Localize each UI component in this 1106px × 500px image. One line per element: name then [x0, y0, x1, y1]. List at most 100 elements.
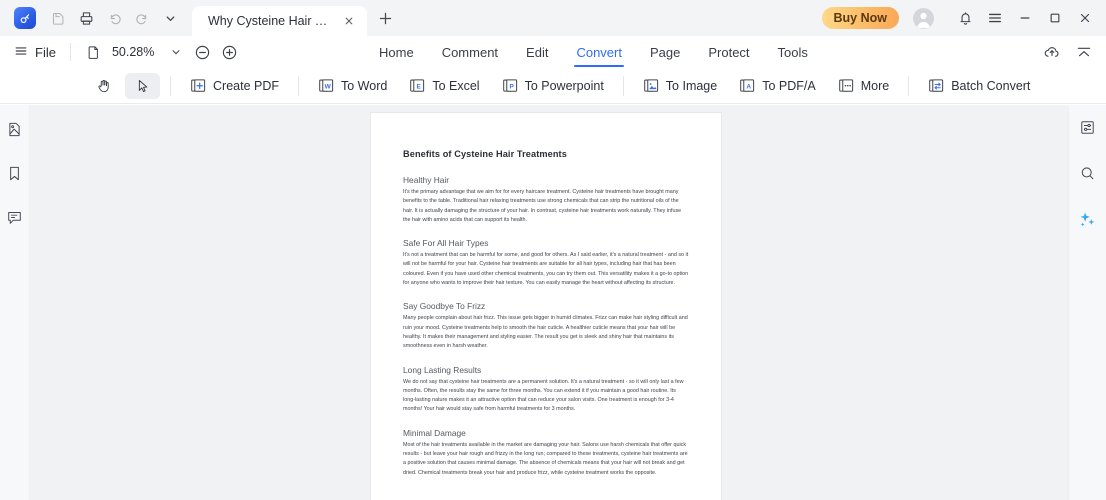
- create-pdf-button[interactable]: Create PDF: [181, 73, 288, 99]
- document-canvas[interactable]: Benefits of Cysteine Hair Treatments Hea…: [30, 105, 1068, 500]
- hamburger-menu-icon[interactable]: [980, 6, 1010, 30]
- create-pdf-icon: [190, 77, 207, 94]
- divider: [622, 75, 624, 96]
- sidebar-item-bookmarks[interactable]: [3, 161, 27, 185]
- hand-tool-button[interactable]: [86, 73, 121, 99]
- more-button[interactable]: More: [829, 73, 898, 99]
- document-section: Long Lasting Results We do not say that …: [403, 365, 689, 415]
- left-sidebar: [0, 105, 30, 500]
- select-tool-button[interactable]: [125, 72, 160, 99]
- zoom-in-icon[interactable]: [221, 43, 239, 61]
- divider: [298, 75, 299, 96]
- sidebar-item-comments[interactable]: [3, 205, 27, 229]
- section-heading: Say Goodbye To Frizz: [403, 301, 486, 312]
- batch-convert-label: Batch Convert: [951, 78, 1031, 93]
- convert-toolbar: Create PDF W To Word E To Excel P To Pow…: [0, 68, 1106, 104]
- zoom-out-icon[interactable]: [194, 43, 212, 61]
- to-image-label: To Image: [665, 78, 718, 93]
- zoom-level-value[interactable]: 50.28%: [112, 45, 158, 59]
- document-section: Safe For All Hair Types It's not a treat…: [403, 238, 689, 288]
- section-heading: Minimal Damage: [403, 427, 466, 438]
- section-body: We do not say that cysteine hair treatme…: [403, 378, 684, 413]
- sidebar-item-search[interactable]: [1076, 161, 1100, 185]
- section-body: It's the primary advantage that we aim f…: [403, 189, 682, 223]
- new-tab-icon[interactable]: [371, 4, 399, 32]
- more-label: More: [860, 78, 890, 93]
- to-word-label: To Word: [341, 78, 388, 93]
- to-word-button[interactable]: W To Word: [309, 73, 396, 99]
- title-bar: Why Cysteine Hair Treat... Buy Now: [0, 0, 1106, 36]
- pdf-page[interactable]: Benefits of Cysteine Hair Treatments Hea…: [371, 113, 721, 500]
- section-body: It's not a treatment that can be harmful…: [403, 252, 689, 287]
- divider: [908, 75, 910, 96]
- to-powerpoint-label: To Powerpoint: [524, 78, 604, 93]
- notification-bell-icon[interactable]: [950, 6, 980, 30]
- maximize-icon[interactable]: [1040, 6, 1070, 30]
- sidebar-item-ai-assistant[interactable]: [1076, 207, 1100, 231]
- tab-tools[interactable]: Tools: [764, 36, 822, 68]
- hand-icon: [95, 77, 112, 94]
- to-excel-button[interactable]: E To Excel: [400, 73, 488, 99]
- section-heading: Healthy Hair: [403, 175, 450, 185]
- svg-text:P: P: [509, 83, 514, 90]
- file-menu-button[interactable]: File: [14, 44, 56, 61]
- tab-comment[interactable]: Comment: [428, 36, 512, 68]
- section-heading: Long Lasting Results: [403, 364, 482, 375]
- undo-icon[interactable]: [101, 5, 127, 31]
- menu-bar: File 50.28% Home Comment Edit Convert Pa…: [0, 36, 1106, 68]
- document-tab-title: Why Cysteine Hair Treat...: [208, 14, 333, 28]
- document-content: Benefits of Cysteine Hair Treatments Hea…: [371, 113, 721, 478]
- svg-text:W: W: [325, 83, 332, 90]
- buy-now-button[interactable]: Buy Now: [821, 7, 899, 29]
- tab-convert[interactable]: Convert: [562, 36, 636, 68]
- document-title: Benefits of Cysteine Hair Treatments: [403, 149, 567, 159]
- to-image-button[interactable]: To Image: [634, 73, 726, 99]
- batch-convert-button[interactable]: Batch Convert: [919, 73, 1039, 99]
- document-section: Say Goodbye To Frizz Many people complai…: [403, 301, 689, 351]
- zoom-dropdown-chevron-icon[interactable]: [167, 43, 185, 61]
- menu-bar-right: [1042, 42, 1106, 62]
- minimize-icon[interactable]: [1010, 6, 1040, 30]
- svg-text:E: E: [417, 83, 422, 90]
- cursor-arrow-icon: [134, 77, 151, 94]
- document-section: Minimal Damage Most of the hair treatmen…: [403, 428, 689, 478]
- save-icon[interactable]: [45, 5, 71, 31]
- title-bar-right: Buy Now: [821, 6, 1106, 36]
- sidebar-item-thumbnails[interactable]: [3, 117, 27, 141]
- print-icon[interactable]: [73, 5, 99, 31]
- cloud-upload-icon[interactable]: [1042, 42, 1062, 62]
- section-body: Most of the hair treatments available in…: [403, 441, 688, 476]
- right-sidebar: [1068, 105, 1106, 500]
- to-excel-label: To Excel: [432, 78, 480, 93]
- tab-edit[interactable]: Edit: [512, 36, 562, 68]
- file-menu-label: File: [35, 44, 56, 60]
- redo-icon[interactable]: [129, 5, 155, 31]
- svg-text:A: A: [747, 83, 752, 90]
- page-view-icon[interactable]: [85, 43, 103, 61]
- to-word-icon: W: [318, 77, 335, 94]
- close-window-icon[interactable]: [1070, 6, 1100, 30]
- document-section: Healthy Hair It's the primary advantage …: [403, 175, 689, 225]
- avatar[interactable]: [913, 7, 934, 29]
- hamburger-icon: [14, 44, 28, 61]
- divider: [170, 75, 171, 96]
- to-excel-icon: E: [409, 77, 426, 94]
- tab-page[interactable]: Page: [636, 36, 694, 68]
- close-tab-icon[interactable]: [341, 13, 357, 29]
- to-powerpoint-button[interactable]: P To Powerpoint: [493, 73, 613, 99]
- to-pdfa-button[interactable]: A To PDF/A: [730, 73, 825, 99]
- more-icon: [838, 77, 855, 94]
- document-tab[interactable]: Why Cysteine Hair Treat...: [192, 6, 367, 36]
- tab-protect[interactable]: Protect: [694, 36, 763, 68]
- tab-home[interactable]: Home: [365, 36, 428, 68]
- ribbon-tabs: Home Comment Edit Convert Page Protect T…: [365, 36, 822, 68]
- collapse-ribbon-icon[interactable]: [1074, 42, 1094, 62]
- to-pdfa-label: To PDF/A: [762, 78, 816, 93]
- to-powerpoint-icon: P: [502, 77, 519, 94]
- divider: [69, 43, 71, 61]
- app-logo-icon: [14, 7, 36, 29]
- to-pdfa-icon: A: [739, 77, 756, 94]
- sidebar-item-properties[interactable]: [1076, 115, 1100, 139]
- zoom-controls: 50.28%: [85, 43, 239, 61]
- chevron-down-icon[interactable]: [157, 5, 183, 31]
